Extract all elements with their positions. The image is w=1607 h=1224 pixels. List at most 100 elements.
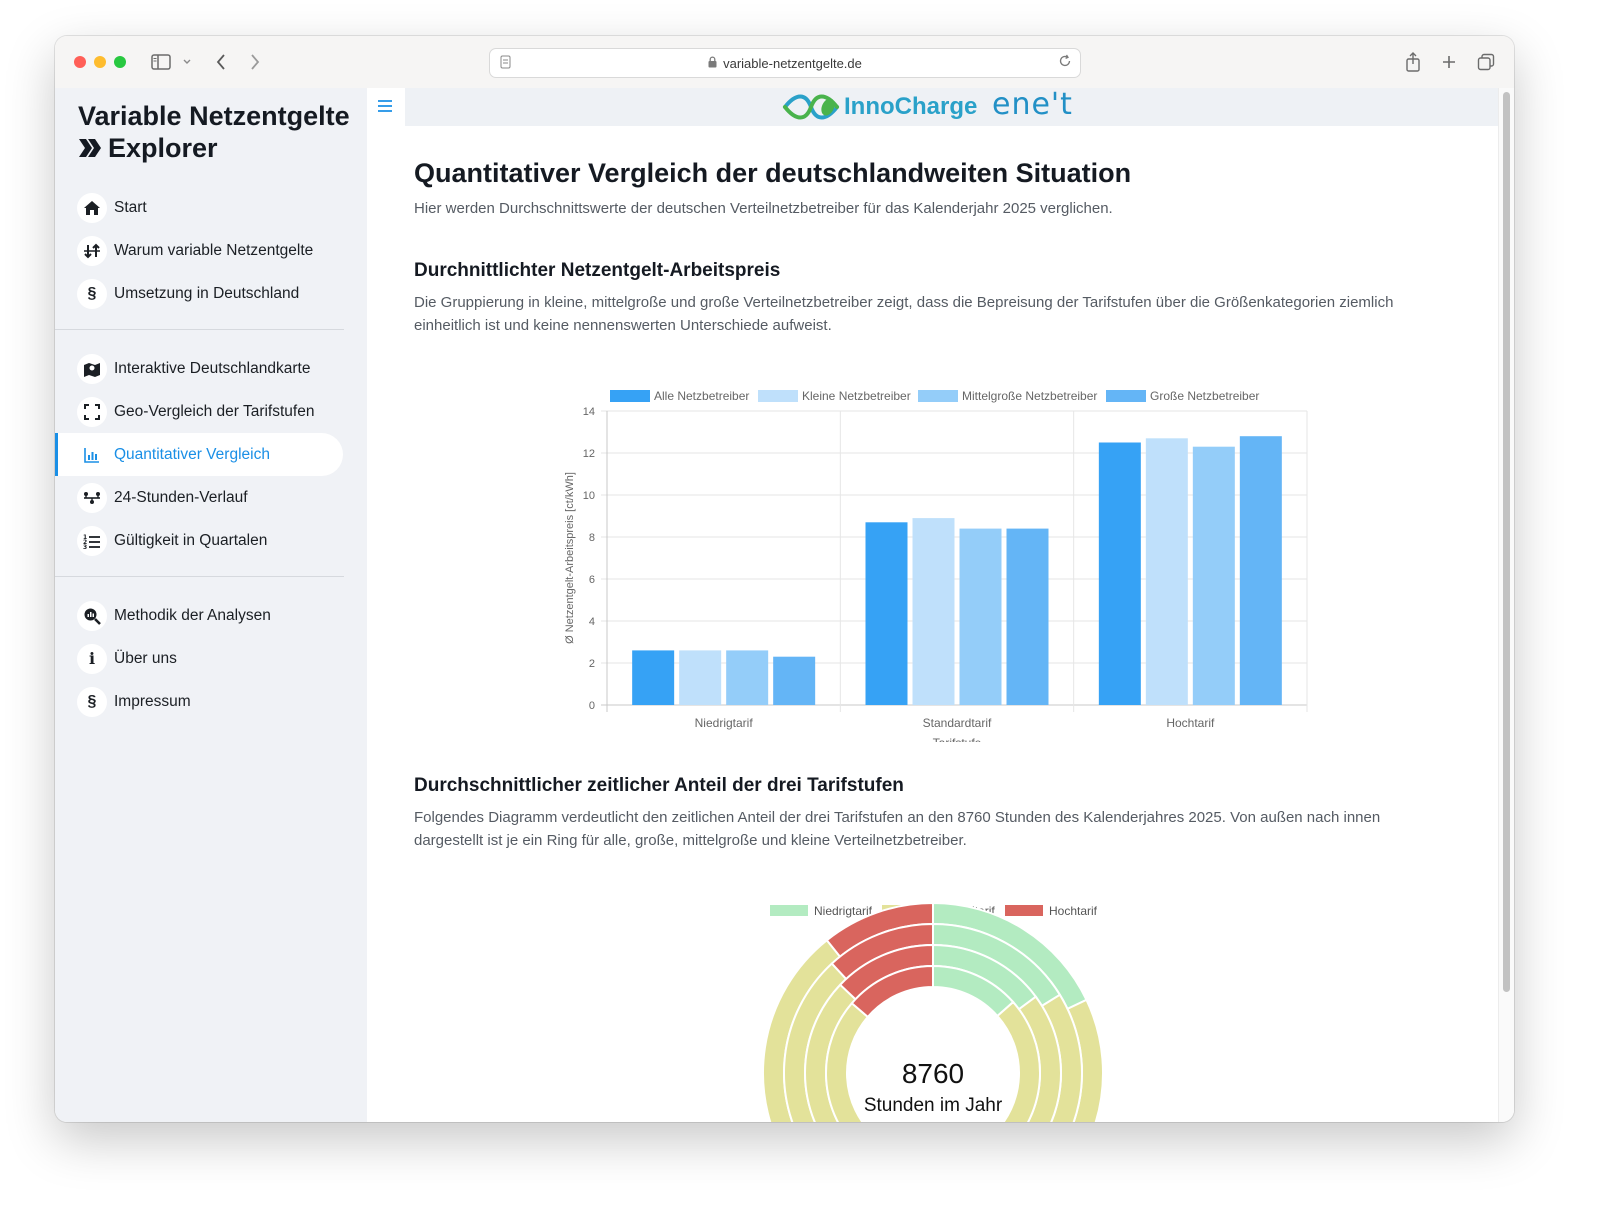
legend-swatch <box>1106 390 1146 402</box>
y-tick-label: 6 <box>589 574 595 586</box>
app-title: Variable Netzentgelte Explorer <box>78 100 358 164</box>
legend-swatch <box>758 390 798 402</box>
svg-text:3: 3 <box>83 544 87 549</box>
legend-swatch <box>1005 905 1043 916</box>
innocharge-logo-text: InnoCharge <box>844 93 978 120</box>
bar <box>959 528 1002 705</box>
close-window-button[interactable] <box>74 56 86 68</box>
section-title-arbeitspreis: Durchnittlichter Netzentgelt-Arbeitsprei… <box>414 260 781 281</box>
y-tick-label: 8 <box>589 532 595 544</box>
sidebar-item-methodik[interactable]: Methodik der Analysen <box>55 594 343 637</box>
bar <box>1006 528 1049 705</box>
y-tick-label: 2 <box>589 658 595 670</box>
page-icon <box>500 55 511 72</box>
sidebar-item-label: Warum variable Netzentgelte <box>114 241 314 259</box>
info-icon: i <box>77 643 107 674</box>
legend-swatch <box>918 390 958 402</box>
url-text: variable-netzentgelte.de <box>723 55 862 71</box>
sidebar-item-umsetzung[interactable]: § Umsetzung in Deutschland <box>55 272 343 315</box>
app-title-line1: Variable Netzentgelte <box>78 101 350 131</box>
sidebar-item-quantitativ[interactable]: Quantitativer Vergleich <box>55 433 343 476</box>
zoom-window-button[interactable] <box>114 56 126 68</box>
sidebar-item-label: Impressum <box>114 692 191 710</box>
sidebar-item-label: Interaktive Deutschlandkarte <box>114 359 311 377</box>
paragraph-icon: § <box>77 686 107 717</box>
list-icon: 123 <box>77 525 107 556</box>
hamburger-menu-icon[interactable] <box>377 96 393 119</box>
bar <box>865 522 908 705</box>
bar <box>773 656 816 705</box>
address-bar[interactable]: variable-netzentgelte.de <box>489 48 1081 78</box>
map-icon <box>77 353 107 384</box>
sidebar-divider <box>55 329 344 330</box>
legend-label: Kleine Netzbetreiber <box>802 389 911 403</box>
page-title: Quantitativer Vergleich der deutschlandw… <box>414 158 1132 188</box>
legend-label: Große Netzbetreiber <box>1150 389 1259 403</box>
app-title-line2: Explorer <box>108 133 218 163</box>
sidebar-item-ueber-uns[interactable]: i Über uns <box>55 637 343 680</box>
share-icon[interactable] <box>1403 50 1423 74</box>
sidebar-item-label: Umsetzung in Deutschland <box>114 284 300 302</box>
expand-icon <box>77 396 107 427</box>
logo-header: InnoCharge ene't <box>405 88 1499 126</box>
browser-toolbar: variable-netzentgelte.de <box>55 36 1514 89</box>
minimize-window-button[interactable] <box>94 56 106 68</box>
legend-label: Niedrigtarif <box>814 904 873 918</box>
legend-label: Mittelgroße Netzbetreiber <box>962 389 1097 403</box>
sidebar-item-quartale[interactable]: 123 Gültigkeit in Quartalen <box>55 519 343 562</box>
sidebar-item-impressum[interactable]: § Impressum <box>55 680 343 723</box>
section-title-anteil: Durchschnittlicher zeitlicher Anteil der… <box>414 775 904 796</box>
scrollbar-thumb[interactable] <box>1503 92 1510 992</box>
search-chart-icon <box>77 600 107 631</box>
x-tick-label: Niedrigtarif <box>695 716 754 730</box>
doughnut-center-label: Stunden im Jahr <box>864 1095 1003 1116</box>
nav-group-info: Methodik der Analysen i Über uns § Impre… <box>55 594 367 723</box>
bar <box>1192 446 1235 705</box>
scrollbar[interactable] <box>1498 88 1514 1122</box>
sidebar-item-geo-vergleich[interactable]: Geo-Vergleich der Tarifstufen <box>55 390 343 433</box>
sidebar-toggle-icon[interactable] <box>149 50 173 74</box>
innocharge-logo-icon <box>783 94 839 120</box>
sidebar-item-label: 24-Stunden-Verlauf <box>114 488 248 506</box>
sidebar-item-label: Quantitativer Vergleich <box>114 445 270 463</box>
y-tick-label: 12 <box>583 448 595 460</box>
bar <box>912 518 955 705</box>
nav-group-analysis: Interaktive Deutschlandkarte Geo-Verglei… <box>55 347 367 562</box>
legend-label: Hochtarif <box>1049 904 1098 918</box>
y-tick-label: 10 <box>583 490 595 502</box>
doughnut-chart: NiedrigtarifStandardtarifHochtarif8760St… <box>762 901 1104 1122</box>
sidebar-item-karte[interactable]: Interaktive Deutschlandkarte <box>55 347 343 390</box>
enet-logo: ene't <box>992 88 1073 122</box>
sidebar-item-label: Geo-Vergleich der Tarifstufen <box>114 402 315 420</box>
bar <box>632 650 675 705</box>
sidebar-item-start[interactable]: Start <box>55 186 343 229</box>
bar <box>1239 436 1282 705</box>
x-tick-label: Hochtarif <box>1166 716 1215 730</box>
browser-window: variable-netzentgelte.de Variable Netzen… <box>55 36 1514 1122</box>
chevron-down-icon[interactable] <box>180 50 194 74</box>
y-tick-label: 0 <box>589 700 595 712</box>
forward-icon[interactable] <box>245 50 265 74</box>
page-lead: Hier werden Durchschnittswerte der deuts… <box>414 200 1113 217</box>
sidebar-item-label: Start <box>114 198 147 216</box>
y-axis-title: Ø Netzentgelt-Arbeitspreis [ct/kWh] <box>564 472 576 644</box>
sidebar-item-label: Gültigkeit in Quartalen <box>114 531 268 549</box>
x-tick-label: Standardtarif <box>923 716 992 730</box>
x-axis-title: Tarifstufe <box>933 736 982 742</box>
back-icon[interactable] <box>211 50 231 74</box>
section-text-anteil: Folgendes Diagramm verdeutlicht den zeit… <box>414 809 1381 849</box>
sidebar-item-label: Über uns <box>114 649 177 667</box>
nav-group-intro: Start Warum variable Netzentgelte § Umse… <box>55 186 367 315</box>
innocharge-logo: InnoCharge <box>782 90 977 124</box>
sidebar: Variable Netzentgelte Explorer Start War… <box>55 88 367 1122</box>
tabs-overview-icon[interactable] <box>1475 50 1497 74</box>
new-tab-icon[interactable] <box>1439 50 1459 74</box>
reload-icon[interactable] <box>1058 54 1072 71</box>
lock-icon <box>708 55 717 71</box>
sidebar-item-24h[interactable]: 24-Stunden-Verlauf <box>55 476 343 519</box>
sidebar-divider <box>55 576 344 577</box>
sidebar-item-warum[interactable]: Warum variable Netzentgelte <box>55 229 343 272</box>
legend-swatch <box>610 390 650 402</box>
legend-swatch <box>770 905 808 916</box>
doughnut-center-value: 8760 <box>902 1058 964 1089</box>
